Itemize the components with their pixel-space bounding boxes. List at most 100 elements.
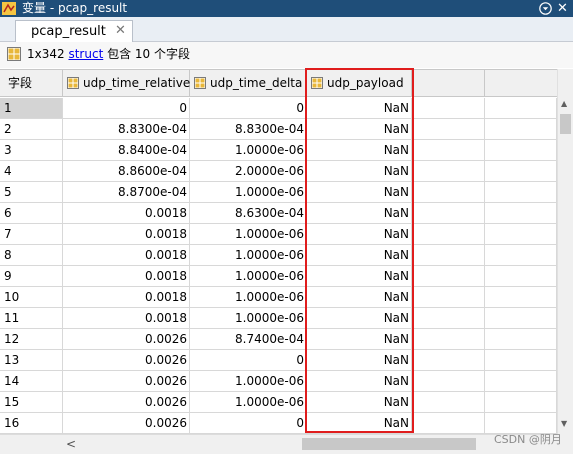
- empty-cell[interactable]: [412, 350, 485, 371]
- row-number-cell[interactable]: 5: [0, 182, 63, 203]
- empty-cell[interactable]: [412, 371, 485, 392]
- empty-cell[interactable]: [412, 203, 485, 224]
- column-header-next[interactable]: [412, 70, 485, 97]
- column-header-udp-time-relative[interactable]: udp_time_relative: [63, 70, 190, 97]
- udp-payload-cell[interactable]: NaN: [307, 182, 412, 203]
- empty-cell[interactable]: [412, 308, 485, 329]
- udp-time-relative-cell[interactable]: 8.8400e-04: [63, 140, 190, 161]
- udp-time-relative-cell[interactable]: 0.0018: [63, 203, 190, 224]
- row-number-cell[interactable]: 12: [0, 329, 63, 350]
- udp-time-delta-cell[interactable]: 1.0000e-06: [190, 266, 307, 287]
- udp-payload-cell[interactable]: NaN: [307, 266, 412, 287]
- column-header-field[interactable]: 字段: [0, 70, 63, 97]
- udp-time-relative-cell[interactable]: 0.0018: [63, 308, 190, 329]
- udp-payload-cell[interactable]: NaN: [307, 119, 412, 140]
- empty-cell[interactable]: [412, 392, 485, 413]
- udp-payload-cell[interactable]: NaN: [307, 329, 412, 350]
- udp-time-relative-cell[interactable]: 0: [63, 98, 190, 119]
- empty-cell[interactable]: [485, 413, 557, 434]
- udp-time-delta-cell[interactable]: 0: [190, 413, 307, 434]
- udp-time-delta-cell[interactable]: 1.0000e-06: [190, 224, 307, 245]
- row-number-cell[interactable]: 7: [0, 224, 63, 245]
- udp-time-relative-cell[interactable]: 8.8300e-04: [63, 119, 190, 140]
- udp-time-delta-cell[interactable]: 1.0000e-06: [190, 140, 307, 161]
- scroll-down-icon[interactable]: ▼: [561, 419, 567, 428]
- empty-cell[interactable]: [485, 161, 557, 182]
- udp-time-delta-cell[interactable]: 8.8300e-04: [190, 119, 307, 140]
- udp-time-delta-cell[interactable]: 0: [190, 350, 307, 371]
- empty-cell[interactable]: [412, 287, 485, 308]
- udp-time-relative-cell[interactable]: 0.0026: [63, 413, 190, 434]
- udp-time-relative-cell[interactable]: 8.8700e-04: [63, 182, 190, 203]
- udp-payload-cell[interactable]: NaN: [307, 98, 412, 119]
- udp-payload-cell[interactable]: NaN: [307, 413, 412, 434]
- empty-cell[interactable]: [485, 266, 557, 287]
- row-number-cell[interactable]: 1: [0, 98, 63, 119]
- horizontal-scroll-thumb[interactable]: [302, 438, 476, 450]
- udp-payload-cell[interactable]: NaN: [307, 161, 412, 182]
- empty-cell[interactable]: [412, 161, 485, 182]
- row-number-cell[interactable]: 9: [0, 266, 63, 287]
- udp-time-delta-cell[interactable]: 0: [190, 98, 307, 119]
- window-close-icon[interactable]: ✕: [557, 0, 568, 17]
- empty-cell[interactable]: [412, 98, 485, 119]
- udp-payload-cell[interactable]: NaN: [307, 245, 412, 266]
- empty-cell[interactable]: [412, 224, 485, 245]
- udp-time-relative-cell[interactable]: 0.0018: [63, 266, 190, 287]
- udp-time-delta-cell[interactable]: 1.0000e-06: [190, 308, 307, 329]
- tab-pcap-result[interactable]: pcap_result ✕: [15, 20, 133, 43]
- scroll-up-icon[interactable]: ▲: [561, 99, 567, 108]
- circle-chevron-down-icon[interactable]: [539, 2, 552, 15]
- udp-time-delta-cell[interactable]: 1.0000e-06: [190, 287, 307, 308]
- udp-payload-cell[interactable]: NaN: [307, 371, 412, 392]
- udp-time-delta-cell[interactable]: 8.7400e-04: [190, 329, 307, 350]
- empty-cell[interactable]: [412, 182, 485, 203]
- row-number-cell[interactable]: 10: [0, 287, 63, 308]
- udp-payload-cell[interactable]: NaN: [307, 308, 412, 329]
- empty-cell[interactable]: [412, 329, 485, 350]
- udp-time-relative-cell[interactable]: 0.0026: [63, 350, 190, 371]
- udp-time-relative-cell[interactable]: 8.8600e-04: [63, 161, 190, 182]
- empty-cell[interactable]: [485, 203, 557, 224]
- horizontal-scrollbar[interactable]: <: [0, 434, 557, 454]
- udp-time-relative-cell[interactable]: 0.0018: [63, 224, 190, 245]
- empty-cell[interactable]: [485, 329, 557, 350]
- udp-time-delta-cell[interactable]: 1.0000e-06: [190, 371, 307, 392]
- udp-time-delta-cell[interactable]: 1.0000e-06: [190, 245, 307, 266]
- udp-payload-cell[interactable]: NaN: [307, 350, 412, 371]
- empty-cell[interactable]: [412, 413, 485, 434]
- row-number-cell[interactable]: 8: [0, 245, 63, 266]
- empty-cell[interactable]: [485, 98, 557, 119]
- row-number-cell[interactable]: 2: [0, 119, 63, 140]
- udp-time-relative-cell[interactable]: 0.0018: [63, 245, 190, 266]
- vertical-scroll-thumb[interactable]: [560, 114, 571, 134]
- row-number-cell[interactable]: 6: [0, 203, 63, 224]
- udp-time-delta-cell[interactable]: 1.0000e-06: [190, 182, 307, 203]
- empty-cell[interactable]: [412, 140, 485, 161]
- empty-cell[interactable]: [485, 392, 557, 413]
- column-header-udp-payload[interactable]: udp_payload: [307, 70, 412, 97]
- empty-cell[interactable]: [485, 308, 557, 329]
- row-number-cell[interactable]: 14: [0, 371, 63, 392]
- tab-close-icon[interactable]: ✕: [115, 23, 126, 39]
- empty-cell[interactable]: [485, 119, 557, 140]
- udp-payload-cell[interactable]: NaN: [307, 287, 412, 308]
- row-number-cell[interactable]: 16: [0, 413, 63, 434]
- row-number-cell[interactable]: 13: [0, 350, 63, 371]
- udp-time-relative-cell[interactable]: 0.0026: [63, 392, 190, 413]
- empty-cell[interactable]: [412, 245, 485, 266]
- empty-cell[interactable]: [412, 266, 485, 287]
- empty-cell[interactable]: [485, 140, 557, 161]
- udp-time-relative-cell[interactable]: 0.0026: [63, 329, 190, 350]
- udp-time-delta-cell[interactable]: 2.0000e-06: [190, 161, 307, 182]
- udp-payload-cell[interactable]: NaN: [307, 140, 412, 161]
- udp-time-relative-cell[interactable]: 0.0018: [63, 287, 190, 308]
- column-header-udp-time-delta[interactable]: udp_time_delta: [190, 70, 307, 97]
- row-number-cell[interactable]: 3: [0, 140, 63, 161]
- empty-cell[interactable]: [412, 119, 485, 140]
- udp-time-delta-cell[interactable]: 1.0000e-06: [190, 392, 307, 413]
- udp-time-delta-cell[interactable]: 8.6300e-04: [190, 203, 307, 224]
- empty-cell[interactable]: [485, 287, 557, 308]
- scroll-left-icon[interactable]: <: [66, 437, 76, 451]
- udp-payload-cell[interactable]: NaN: [307, 392, 412, 413]
